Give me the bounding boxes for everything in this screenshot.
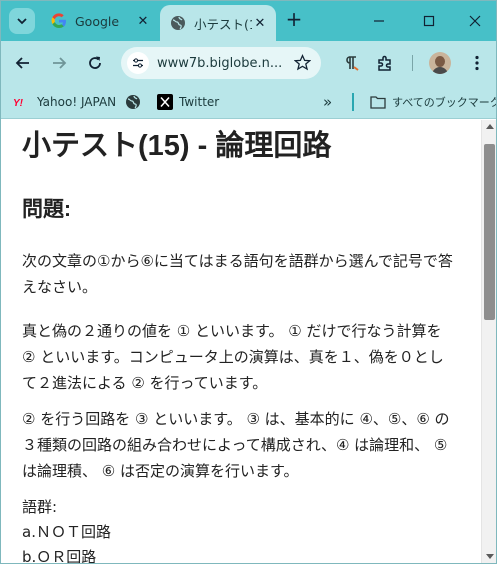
back-button[interactable] bbox=[11, 51, 35, 75]
minimize-icon bbox=[374, 20, 384, 22]
tune-icon bbox=[133, 58, 143, 68]
chevron-down-icon bbox=[17, 18, 27, 25]
svg-text:Y!: Y! bbox=[13, 98, 24, 108]
forward-button[interactable] bbox=[47, 51, 71, 75]
arrow-right-icon bbox=[53, 57, 67, 69]
all-bookmarks-label: すべてのブックマーク bbox=[392, 96, 497, 109]
bookmark-globe[interactable] bbox=[125, 92, 147, 112]
tab-google[interactable]: Google ✕ bbox=[41, 5, 159, 37]
close-icon[interactable]: ✕ bbox=[252, 15, 268, 31]
reload-button[interactable] bbox=[83, 51, 107, 75]
scroll-up-arrow-icon[interactable] bbox=[486, 124, 494, 129]
new-tab-button[interactable]: + bbox=[283, 9, 305, 31]
close-window-button[interactable] bbox=[463, 9, 487, 33]
tab-title: 小テスト(1 bbox=[194, 16, 252, 32]
extension-paragraph-icon[interactable] bbox=[341, 53, 361, 73]
address-bar[interactable]: www7b.biglobe.n... bbox=[121, 47, 321, 79]
article: 小テスト(15) - 論理回路 問題: 次の文章の①から⑥に当てはまる語句を語群… bbox=[22, 126, 462, 564]
all-bookmarks-folder[interactable]: すべてのブックマーク bbox=[370, 92, 497, 112]
scroll-down-arrow-icon[interactable] bbox=[486, 554, 494, 559]
bookmark-twitter[interactable]: Twitter bbox=[157, 92, 219, 112]
word-group-label: 語群: bbox=[22, 498, 58, 516]
tab-active-page[interactable]: 小テスト(1 ✕ bbox=[160, 5, 276, 41]
site-info-button[interactable] bbox=[127, 52, 149, 74]
tab-search-button[interactable] bbox=[9, 8, 35, 34]
bookmark-yahoo-japan[interactable]: Y! Yahoo! JAPAN bbox=[13, 92, 116, 112]
page-content: 小テスト(15) - 論理回路 問題: 次の文章の①から⑥に当てはまる語句を語群… bbox=[1, 120, 481, 564]
word-group-item: b.ＯＲ回路 bbox=[22, 548, 97, 564]
browser-window: Google ✕ 小テスト(1 ✕ + www7b.biglobe.n... Y… bbox=[0, 0, 497, 564]
globe-icon bbox=[125, 94, 141, 110]
minimize-button[interactable] bbox=[367, 9, 391, 33]
toolbar: www7b.biglobe.n... bbox=[1, 41, 496, 85]
url-text: www7b.biglobe.n... bbox=[157, 55, 283, 71]
scroll-thumb[interactable] bbox=[484, 144, 495, 320]
bookmark-label: Twitter bbox=[179, 95, 220, 109]
question-instruction: 次の文章の①から⑥に当てはまる語句を語群から選んで記号で答えなさい。 bbox=[22, 252, 453, 296]
toolbar-divider bbox=[412, 55, 413, 71]
tab-strip: Google ✕ 小テスト(1 ✕ + bbox=[1, 1, 496, 41]
question-paragraph-1: 真と偽の２通りの値を ① といいます。 ① だけで行なう計算を ② といいます。… bbox=[22, 322, 444, 392]
menu-kebab-icon[interactable] bbox=[467, 53, 487, 73]
bookmarks-bar: Y! Yahoo! JAPAN Twitter » すべてのブックマーク bbox=[1, 85, 497, 119]
section-heading: 問題: bbox=[22, 198, 71, 221]
close-icon[interactable]: ✕ bbox=[135, 13, 151, 29]
arrow-left-icon bbox=[15, 57, 29, 69]
maximize-button[interactable] bbox=[417, 9, 441, 33]
globe-icon bbox=[171, 16, 185, 30]
google-g-icon bbox=[51, 13, 66, 28]
bookmarks-divider bbox=[352, 93, 354, 111]
bookmarks-overflow-button[interactable]: » bbox=[323, 92, 332, 112]
reload-icon bbox=[89, 56, 101, 69]
close-icon bbox=[469, 15, 481, 27]
maximize-icon bbox=[423, 15, 435, 27]
x-twitter-icon bbox=[157, 94, 173, 110]
extensions-puzzle-icon[interactable] bbox=[375, 53, 395, 73]
profile-avatar[interactable] bbox=[429, 52, 451, 74]
page-title: 小テスト(15) - 論理回路 bbox=[22, 130, 332, 162]
yahoo-japan-icon: Y! bbox=[13, 96, 31, 108]
folder-icon bbox=[370, 95, 386, 109]
bookmark-label: Yahoo! JAPAN bbox=[37, 95, 117, 109]
word-group-item: a.ＮＯＴ回路 bbox=[22, 523, 111, 541]
question-paragraph-2: ② を行う回路を ③ といいます。 ③ は、基本的に ④、⑤、⑥ の３種類の回路… bbox=[22, 410, 450, 480]
tab-title: Google bbox=[75, 13, 120, 29]
bookmark-star-icon[interactable] bbox=[293, 54, 312, 75]
vertical-scrollbar[interactable] bbox=[481, 120, 496, 563]
